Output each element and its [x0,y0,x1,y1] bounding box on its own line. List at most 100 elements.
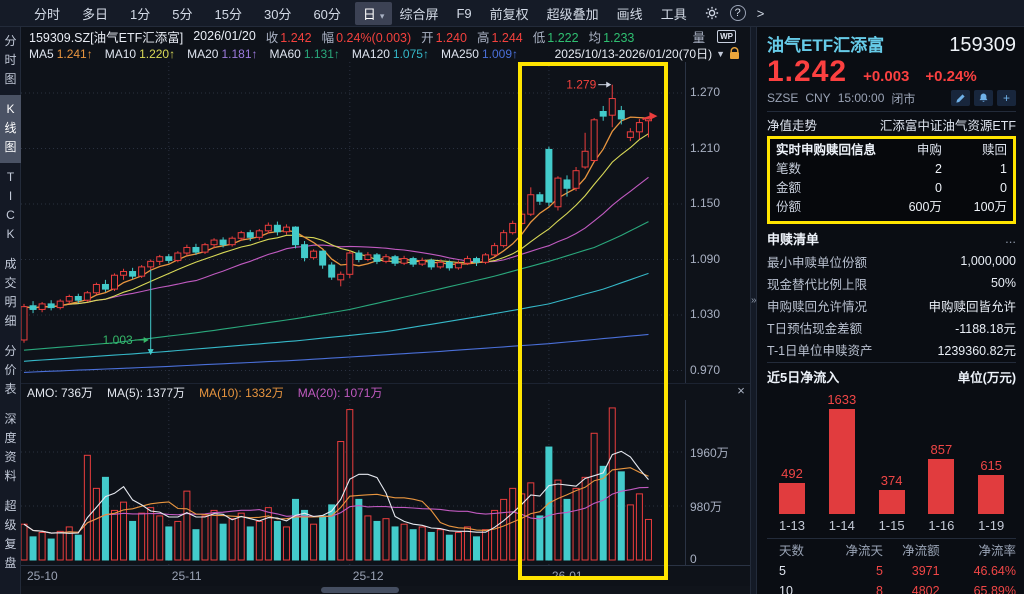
amo-legend-item: MA(5): 1377万 [107,385,186,400]
alert-bell-icon[interactable] [974,90,993,106]
nav-trend-label[interactable]: 净值走势 [767,115,817,134]
fund-code: 159309 [949,34,1016,56]
daily-dropdown-caret-icon[interactable]: ▾ [380,11,385,21]
volume-pane[interactable] [21,400,686,565]
sidebar-item-trade-detail[interactable]: 成交明细 [0,250,21,337]
currency-label: CNY [805,91,831,105]
quote-action-icons: + [951,90,1016,106]
price-pane[interactable]: 1.279 1.003 [21,62,686,383]
settings-gear-icon[interactable] [698,4,726,22]
draw-line-button[interactable]: 画线 [610,2,650,25]
col-subscribe: 申购 [916,143,942,157]
super-overlay-button[interactable]: 超级叠加 [540,2,606,25]
tab-multiday[interactable]: 多日 [74,2,116,25]
wp-doc-icon[interactable]: WP [717,29,736,43]
close-indicator-icon[interactable]: × [733,384,749,399]
edit-pencil-icon[interactable] [951,90,970,106]
flow-table-header: 净流率 [978,544,1016,558]
price-axis-tick: 1.030 [690,307,721,321]
tab-1min[interactable]: 1分 [122,2,158,25]
tab-intraday[interactable]: 分时 [26,2,68,25]
more-ellipsis-button[interactable]: ... [1005,231,1016,246]
tab-daily[interactable]: 日 ▾ [354,1,393,25]
flow-table-cell: 10 [779,584,793,594]
realtime-subscribe-value: 2 [934,162,942,176]
flow-bar-value: 374 [880,473,903,488]
col-redeem: 赎回 [981,143,1007,157]
flow-table-cell: 65.89% [973,584,1016,594]
realtime-redeem-value: 1 [1000,162,1007,176]
sidebar-item-tick[interactable]: TICK [0,163,21,250]
quote-panel: 油气ETF汇添富 159309 1.242 +0.003 +0.24% SZSE… [757,27,1024,594]
realtime-title: 实时申购赎回信息 [776,143,877,157]
collapse-chevron-icon[interactable]: » [751,295,757,306]
flow-bar-value: 492 [781,466,803,481]
left-sidebar: 分时图K线图TICK成交明细分价表深度资料超级复盘 [0,27,21,594]
price-axis-tick: 1.090 [690,251,721,266]
flow-bar-date: 1-14 [828,518,855,533]
quote-field: 均 1.233 [588,30,635,45]
chart-area[interactable]: 159309.SZ[油气ETF汇添富] 2026/01/20 收 1.242 幅 0.24… [21,27,750,594]
realtime-redeem-value: 0 [1000,181,1007,195]
realtime-subscribe-value: 0 [934,181,942,195]
flow-table-header: 净流天 [845,544,883,558]
realtime-row-label: 金额 [776,181,802,195]
ma-legend-item: MA10 1.220↑ [104,46,176,61]
tab-15min[interactable]: 15分 [207,2,250,25]
price-axis-tick: 0.970 [690,362,721,377]
sidebar-item-intraday-chart[interactable]: 分时图 [0,27,21,95]
flow-title: 近5日净流入 [767,370,840,385]
list-item: 申购赎回允许情况 申购赎回皆允许 [767,299,1016,314]
more-chevron-icon[interactable]: > [750,4,772,23]
composite-screen-button[interactable]: 综合屏 [392,2,445,25]
trading-app-window: 分时 多日 1分 5分 15分 30分 60分日 ▾ 综合屏 F9 前复权 超级叠加 画线 工具? > 分… [0,0,1024,594]
price-change: +0.003 [863,68,910,85]
symbol-info-bar: 159309.SZ[油气ETF汇添富] 2026/01/20 收 1.242 幅 0.24… [21,27,750,45]
sidebar-item-price-table[interactable]: 分价表 [0,337,21,405]
quote-field: 高 1.244 [476,30,523,45]
flow-table-header: 净流额 [902,544,940,558]
realtime-redeem-value: 100万 [973,200,1007,214]
tab-60min[interactable]: 60分 [305,2,348,25]
quote-field: 收 1.242 [265,30,312,45]
flow-unit: 单位(万元) [957,371,1016,385]
sidebar-item-kline-chart[interactable]: K线图 [0,95,21,163]
forward-adjust-button[interactable]: 前复权 [483,2,536,25]
realtime-subscription-box: 实时申购赎回信息 申购 赎回 笔数 2 1 金额 0 0 份额 600万 100万 [767,136,1016,224]
volume-axis-tick: 1960万 [690,446,729,460]
range-caret-icon[interactable]: ▼ [716,49,725,59]
exchange-label: SZSE [767,91,799,105]
main-row: 分时图K线图TICK成交明细分价表深度资料超级复盘 159309.SZ[油气ET… [0,27,1024,594]
quote-time: 15:00:00 [837,91,885,105]
flow-bar [978,475,1005,514]
flow-bar [828,409,855,514]
flow-bar-value: 857 [930,442,953,457]
scrollbar-thumb[interactable] [321,587,399,593]
add-plus-icon[interactable]: + [997,90,1016,106]
f9-button[interactable]: F9 [449,4,478,23]
panel-divider[interactable]: » [750,27,757,594]
help-icon[interactable]: ? [729,5,746,21]
realtime-row-label: 笔数 [776,162,802,176]
list-item: 现金替代比例上限 50% [767,276,1016,292]
tools-button[interactable]: 工具 [654,2,694,25]
trade-date: 2026/01/20 [193,29,256,43]
sidebar-item-depth-info[interactable]: 深度资料 [0,405,21,492]
time-axis: 25-10 25-11 25-12 26-01 [21,565,750,585]
tab-30min[interactable]: 30分 [256,2,299,25]
svg-text:1.003: 1.003 [103,333,133,347]
volume-legend-bar: AMO: 736万 MA(5): 1377万 MA(10): 1332万 MA(20)… [21,383,750,400]
flow-table-cell: 46.64% [973,564,1016,578]
flow-bar-date: 1-13 [778,518,806,533]
quote-field: 开 1.240 [421,30,467,45]
last-price: 1.242 [767,55,848,88]
flow-bar-date: 1-15 [878,518,905,533]
sidebar-item-super-replay[interactable]: 超级复盘 [0,492,21,579]
volume-label: 量 [692,30,706,45]
chart-scrollbar[interactable] [21,586,750,594]
lock-icon[interactable] [729,47,740,60]
flow-bar [779,483,805,514]
sub-list-title: 申赎清单 [767,232,820,247]
tab-5min[interactable]: 5分 [164,2,200,25]
date-range-selector[interactable]: 2025/10/13-2026/01/20(70日) ▼ [555,45,740,62]
